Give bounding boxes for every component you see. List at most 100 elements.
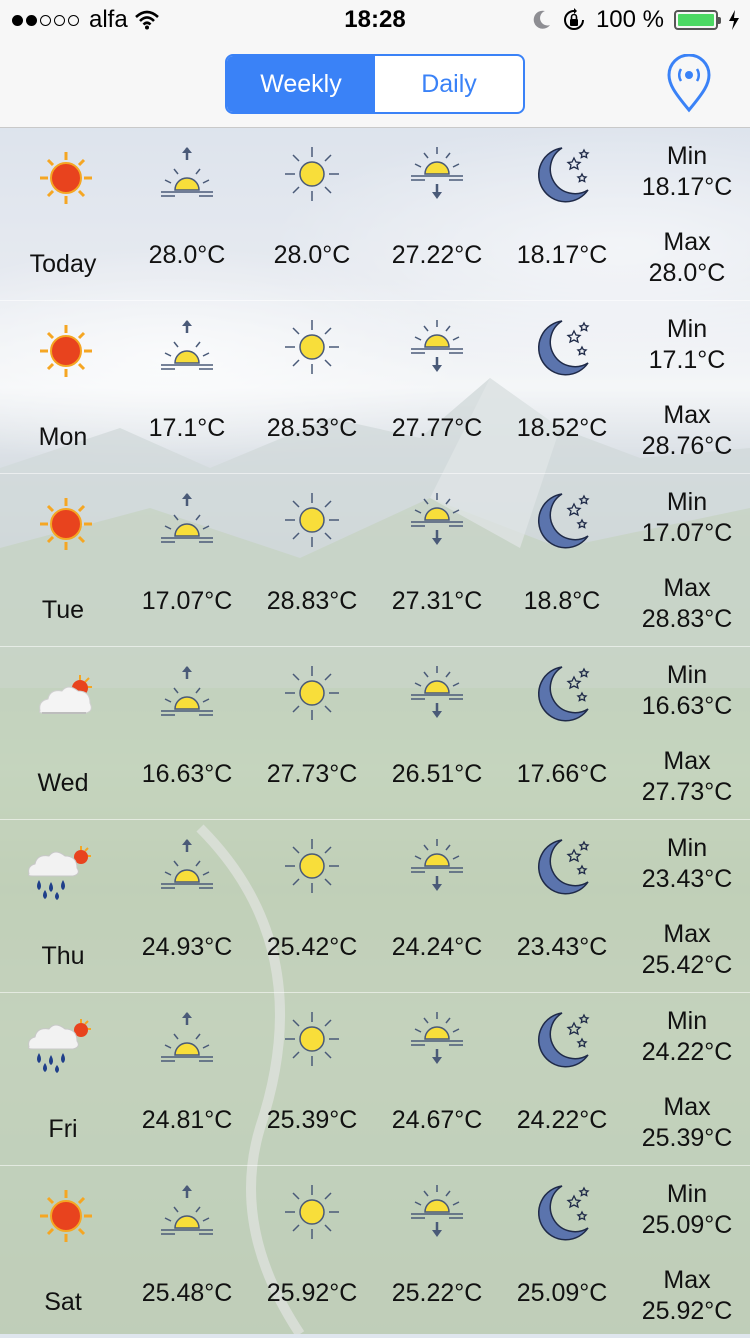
min-label: Min — [666, 834, 708, 862]
max-label: Max — [663, 1266, 711, 1294]
noon-temp: 28.83°C — [266, 587, 358, 615]
max-temp: 25.42°C — [641, 951, 733, 979]
max-block: Max 25.39°C — [624, 1092, 750, 1154]
max-temp: 28.0°C — [648, 259, 726, 287]
sun-icon — [285, 1012, 339, 1066]
sunny-icon — [40, 325, 92, 377]
forecast-row[interactable]: Thu 24.93°C 25.42°C 24.24°C 23.43°C Min 2… — [0, 820, 750, 993]
sunny-icon — [40, 498, 92, 550]
sunset-temp: 25.22°C — [391, 1279, 483, 1307]
status-bar: alfa 18:28 100 % — [0, 0, 750, 40]
sunrise-temp: 24.81°C — [141, 1106, 233, 1134]
sunrise-icon — [161, 493, 213, 543]
day-name: Tue — [41, 596, 85, 624]
location-pin-icon[interactable] — [664, 54, 714, 114]
night-temp: 24.22°C — [516, 1106, 608, 1134]
min-temp: 23.43°C — [641, 865, 733, 893]
day-name: Fri — [48, 1115, 78, 1143]
moon-stars-icon — [537, 839, 590, 895]
segment-weekly[interactable]: Weekly — [227, 56, 375, 112]
sunset-icon — [411, 666, 463, 718]
moon-stars-icon — [537, 1012, 590, 1068]
noon-temp: 25.42°C — [266, 933, 358, 961]
sunrise-temp: 28.0°C — [148, 241, 226, 269]
max-label: Max — [663, 920, 711, 948]
day-name: Sat — [44, 1288, 82, 1316]
moon-stars-icon — [537, 493, 590, 549]
min-block: Min 24.22°C — [624, 1006, 750, 1068]
sunrise-icon — [161, 666, 213, 716]
min-temp: 17.1°C — [648, 346, 726, 374]
sunset-temp: 24.24°C — [391, 933, 483, 961]
sunrise-temp: 16.63°C — [141, 760, 233, 788]
night-temp: 17.66°C — [516, 760, 608, 788]
charging-bolt-icon — [729, 10, 739, 30]
sun-icon — [285, 1185, 339, 1239]
weekly-forecast-list: Today 28.0°C 28.0°C 27.22°C 18.17°C Min 1… — [0, 128, 750, 1338]
max-label: Max — [663, 1093, 711, 1121]
night-temp: 25.09°C — [516, 1279, 608, 1307]
min-label: Min — [666, 142, 708, 170]
day-name: Today — [29, 250, 97, 278]
night-temp: 18.17°C — [516, 241, 608, 269]
sun-icon — [285, 147, 339, 201]
forecast-row[interactable]: Fri 24.81°C 25.39°C 24.67°C 24.22°C Min 2… — [0, 993, 750, 1166]
sunset-temp: 24.67°C — [391, 1106, 483, 1134]
view-segmented-control: Weekly Daily — [225, 54, 525, 114]
min-label: Min — [666, 315, 708, 343]
noon-temp: 28.0°C — [273, 241, 351, 269]
sunset-temp: 27.22°C — [391, 241, 483, 269]
max-block: Max 27.73°C — [624, 746, 750, 808]
forecast-row[interactable]: Tue 17.07°C 28.83°C 27.31°C 18.8°C Min 17… — [0, 474, 750, 647]
max-block: Max 28.83°C — [624, 573, 750, 635]
max-temp: 25.39°C — [641, 1124, 733, 1152]
min-block: Min 23.43°C — [624, 833, 750, 895]
sunset-icon — [411, 1185, 463, 1237]
night-temp: 23.43°C — [516, 933, 608, 961]
navigation-bar: Weekly Daily — [0, 40, 750, 128]
sunrise-icon — [161, 147, 213, 197]
day-name: Mon — [38, 423, 88, 451]
sunny-icon — [40, 152, 92, 204]
sunrise-icon — [161, 1185, 213, 1235]
min-block: Min 17.1°C — [624, 314, 750, 376]
sunset-icon — [411, 147, 463, 199]
min-temp: 24.22°C — [641, 1038, 733, 1066]
noon-temp: 25.39°C — [266, 1106, 358, 1134]
min-label: Min — [666, 488, 708, 516]
sunrise-icon — [161, 1012, 213, 1062]
max-label: Max — [663, 401, 711, 429]
day-name: Wed — [37, 769, 89, 797]
moon-stars-icon — [537, 147, 590, 203]
min-temp: 25.09°C — [641, 1211, 733, 1239]
forecast-row[interactable]: Mon 17.1°C 28.53°C 27.77°C 18.52°C Min 17… — [0, 301, 750, 474]
sunrise-icon — [161, 839, 213, 889]
min-temp: 17.07°C — [641, 519, 733, 547]
status-right: 100 % — [532, 6, 740, 34]
max-temp: 25.92°C — [641, 1297, 733, 1325]
night-temp: 18.8°C — [523, 587, 601, 615]
max-label: Max — [663, 747, 711, 775]
sunrise-icon — [161, 320, 213, 370]
sunrise-temp: 24.93°C — [141, 933, 233, 961]
max-label: Max — [663, 228, 711, 256]
partly-cloudy-icon — [39, 675, 92, 714]
min-block: Min 25.09°C — [624, 1179, 750, 1241]
sunny-icon — [40, 1190, 92, 1242]
forecast-row[interactable]: Sat 25.48°C 25.92°C 25.22°C 25.09°C Min 2… — [0, 1166, 750, 1338]
night-temp: 18.52°C — [516, 414, 608, 442]
sunset-icon — [411, 493, 463, 545]
rotation-lock-icon — [563, 8, 584, 30]
moon-icon — [533, 10, 550, 29]
forecast-row[interactable]: Today 28.0°C 28.0°C 27.22°C 18.17°C Min 1… — [0, 128, 750, 301]
sunset-icon — [411, 320, 463, 372]
segment-daily[interactable]: Daily — [375, 56, 523, 112]
sunset-temp: 27.77°C — [391, 414, 483, 442]
day-name: Thu — [41, 942, 85, 970]
noon-temp: 27.73°C — [266, 760, 358, 788]
sunset-temp: 27.31°C — [391, 587, 483, 615]
forecast-row[interactable]: Wed 16.63°C 27.73°C 26.51°C 17.66°C Min 1… — [0, 647, 750, 820]
min-block: Min 18.17°C — [624, 141, 750, 203]
sunrise-temp: 17.1°C — [148, 414, 226, 442]
moon-stars-icon — [537, 320, 590, 376]
